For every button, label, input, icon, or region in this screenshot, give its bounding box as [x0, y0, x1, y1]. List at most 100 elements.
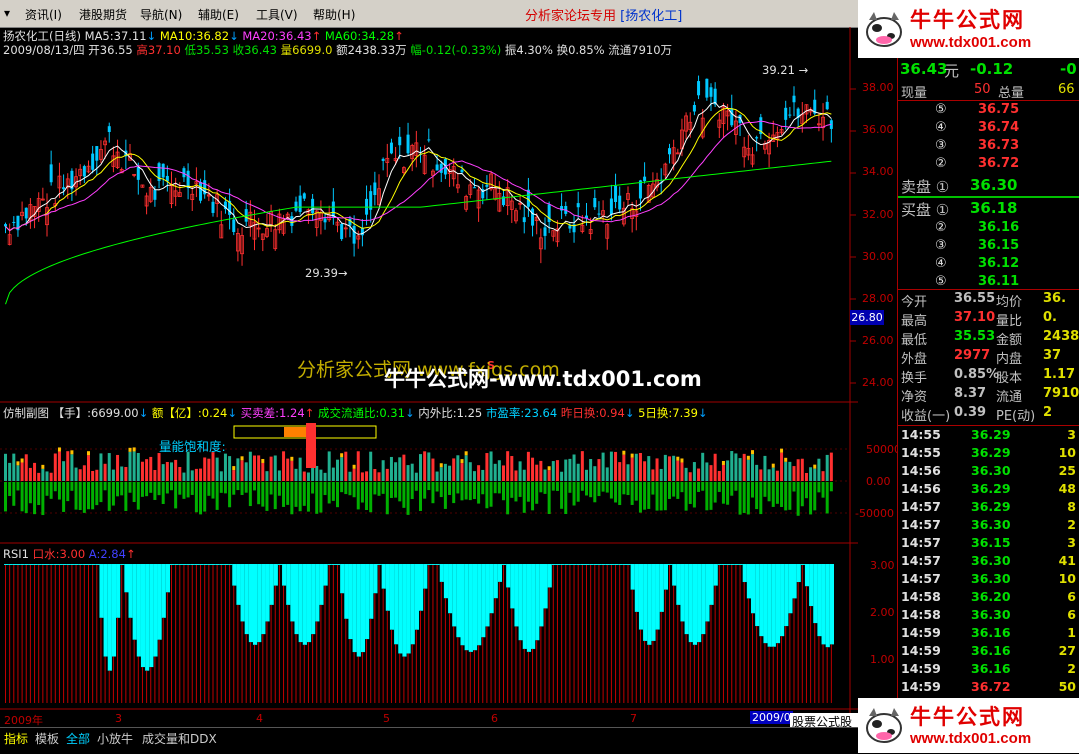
rsi-area: [211, 564, 216, 565]
candle-body: [709, 87, 713, 97]
volume-bar-neg: [99, 482, 103, 503]
stat-label: 今开: [901, 295, 928, 310]
volume-bar: [784, 461, 788, 481]
tab-xiaofangniu[interactable]: 小放牛: [97, 730, 133, 747]
volume-bar-neg: [539, 482, 543, 493]
tick-row: 14:57 36.30 10: [898, 571, 1079, 589]
rsi-area: [178, 564, 183, 565]
tick-row: 14:56 36.30 25: [898, 463, 1079, 481]
menu-info[interactable]: 资讯(I): [25, 6, 62, 23]
menu-nav[interactable]: 导航(N): [140, 6, 182, 23]
rsi-area: [389, 564, 395, 630]
volume-bar-neg: [128, 482, 132, 493]
volume-bar-neg: [485, 482, 489, 509]
volume-bar: [468, 462, 472, 481]
rsi-area: [136, 564, 141, 657]
candle-body: [398, 136, 402, 146]
sell1-label: 卖盘 ①: [901, 178, 950, 196]
rsi-area: [688, 564, 693, 643]
volume-bar: [240, 460, 244, 481]
volume-bar-neg: [643, 482, 647, 510]
date-cursor-box: 2009/0: [750, 711, 793, 724]
volume-bar: [414, 472, 418, 481]
now-vol-label: 现量: [901, 86, 928, 101]
volume-bar-neg: [327, 482, 331, 504]
xaxis-label: 7: [630, 712, 637, 725]
low-value: 低35.53: [184, 43, 229, 57]
volume-bar: [99, 453, 103, 481]
tick-price: 36.16: [971, 661, 1011, 676]
volume-bar: [406, 465, 410, 481]
tab-volume-ddx[interactable]: 成交量和DDX: [142, 730, 217, 747]
sell-level-row: ③ 36.73: [898, 138, 1079, 156]
rsi-area: [194, 564, 200, 565]
tick-price: 36.29: [971, 445, 1011, 460]
candle-body: [323, 218, 327, 223]
rsi-area: [70, 564, 75, 565]
volume-bar: [111, 469, 115, 481]
volume-bar-neg: [800, 482, 804, 507]
volume-bar: [107, 453, 111, 481]
rsi-area: [161, 564, 166, 618]
rsi-area: [638, 564, 644, 630]
xaxis-label: 3: [115, 712, 122, 725]
rsi-area: [277, 564, 283, 565]
rsi-area: [767, 564, 772, 647]
menu-hk-futures[interactable]: 港股期货: [79, 6, 127, 23]
kline-chart-area[interactable]: 扬农化工(日线) MA5:37.11↓ MA10:36.82↓ MA20:36.…: [0, 27, 901, 747]
window-menu-icon[interactable]: ▾: [4, 6, 10, 20]
tick-time: 14:57: [901, 553, 941, 568]
menu-tools[interactable]: 工具(V): [256, 6, 298, 23]
volume-bar-neg: [809, 482, 813, 515]
current-price-tag: 26.80: [850, 310, 884, 325]
tick-price: 36.20: [971, 589, 1011, 604]
volume-bar-neg: [91, 482, 95, 510]
rsi-area: [510, 564, 515, 609]
volume-bar: [95, 469, 99, 481]
volume-bar-neg: [767, 482, 771, 502]
menu-assist[interactable]: 辅助(E): [198, 6, 239, 23]
amount-value: 额2438.33万: [336, 43, 407, 57]
tick-price: 36.29: [971, 427, 1011, 442]
candle-body: [107, 126, 111, 132]
volume-bar: [481, 469, 485, 481]
volume-bar-neg: [157, 482, 161, 496]
volume-bar-neg: [302, 482, 306, 506]
rsi-area: [788, 564, 793, 614]
volume-bar-neg: [609, 482, 613, 499]
volume-bar: [580, 451, 584, 481]
volume-bar-neg: [273, 482, 277, 510]
buy-level-row: ④ 36.12: [898, 256, 1079, 274]
menu-help[interactable]: 帮助(H): [313, 6, 355, 23]
price-axis-label: 30.00: [862, 249, 894, 263]
volume-bar: [33, 462, 37, 481]
rsi-area: [240, 564, 245, 622]
rsi-area: [140, 564, 146, 668]
volume-bar: [435, 471, 439, 481]
volume-bar: [697, 468, 701, 481]
rsi-area: [149, 564, 154, 668]
buy1-price: 36.18: [970, 199, 1018, 217]
candle-body: [82, 166, 86, 177]
volume-bar-neg: [597, 482, 601, 497]
rsi-area: [709, 564, 714, 605]
volume-bar-cap: [771, 463, 775, 468]
volume-bar-cap: [622, 450, 626, 455]
tab-all[interactable]: 全部: [66, 730, 90, 747]
volume-bar-neg: [427, 482, 431, 491]
volume-bar: [825, 454, 829, 481]
candle-body: [568, 225, 572, 229]
tab-indicator[interactable]: 指标: [4, 730, 28, 747]
volume-bar-neg: [697, 482, 701, 492]
rsi-area: [4, 564, 9, 565]
volume-bar-neg: [182, 482, 186, 499]
candle-body: [381, 158, 385, 161]
stat-value: 37: [1043, 348, 1062, 363]
tab-template[interactable]: 模板: [35, 730, 59, 747]
tick-volume: 6: [1067, 607, 1076, 622]
subchart1-axis-label: 0.00: [866, 475, 891, 488]
candle-body: [755, 137, 759, 139]
volume-bar: [336, 459, 339, 481]
tick-volume: 1: [1067, 625, 1076, 640]
rsi-area: [74, 564, 79, 565]
